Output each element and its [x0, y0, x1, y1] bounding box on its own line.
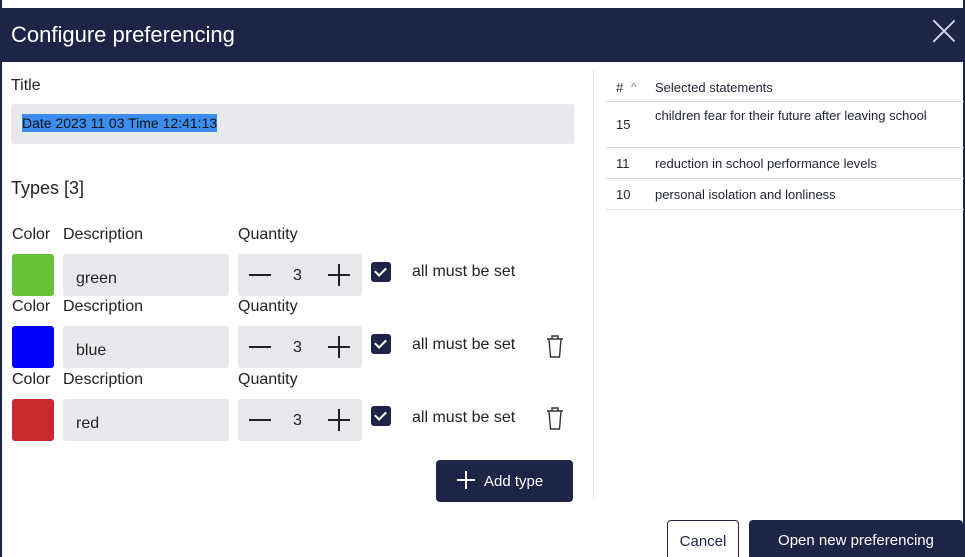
selected-statements-table: # ^ Selected statements 15 children fear…: [606, 72, 964, 210]
sort-ascending-icon[interactable]: ^: [631, 80, 637, 94]
type-description-input[interactable]: green: [63, 254, 229, 296]
statement-number: 11: [616, 156, 630, 171]
cancel-button[interactable]: Cancel: [667, 520, 739, 557]
add-type-button[interactable]: Add type: [436, 460, 573, 502]
table-row[interactable]: 15 children fear for their future after …: [606, 102, 964, 148]
plus-icon: [457, 470, 477, 490]
statement-text: children fear for their future after lea…: [655, 108, 927, 123]
title-input[interactable]: Date 2023 11 03 Time 12:41:13: [11, 104, 574, 144]
all-must-be-set-label: all must be set: [412, 336, 516, 353]
statement-text: reduction in school performance levels: [655, 156, 877, 171]
column-header-quantity: Quantity: [238, 298, 298, 315]
dialog-header: Configure preferencing: [0, 8, 965, 62]
type-description-input[interactable]: blue: [63, 326, 229, 368]
quantity-value[interactable]: 3: [293, 412, 302, 430]
plus-icon[interactable]: [328, 264, 350, 286]
type-color-swatch[interactable]: [12, 399, 54, 441]
type-color-swatch[interactable]: [12, 326, 54, 368]
quantity-value[interactable]: 3: [293, 267, 302, 285]
quantity-stepper: 3: [238, 326, 362, 368]
all-must-be-set-checkbox[interactable]: [371, 334, 391, 354]
table-row[interactable]: 11 reduction in school performance level…: [606, 148, 964, 179]
minus-icon[interactable]: [249, 346, 271, 348]
title-label: Title: [11, 77, 41, 94]
quantity-stepper: 3: [238, 399, 362, 441]
types-heading: Types [3]: [11, 178, 85, 198]
column-header-number[interactable]: #: [616, 80, 623, 95]
quantity-value[interactable]: 3: [293, 339, 302, 357]
title-input-value: Date 2023 11 03 Time 12:41:13: [22, 114, 218, 132]
type-description-input[interactable]: red: [63, 399, 229, 441]
open-new-preferencing-button[interactable]: Open new preferencing: [749, 520, 963, 557]
all-must-be-set-checkbox[interactable]: [371, 262, 391, 282]
column-header-color: Color: [12, 298, 51, 315]
statement-text: personal isolation and lonliness: [655, 187, 836, 202]
panel-divider: [593, 70, 594, 500]
close-icon[interactable]: [931, 18, 957, 44]
table-row[interactable]: 10 personal isolation and lonliness: [606, 179, 964, 210]
quantity-stepper: 3: [238, 254, 362, 296]
trash-icon[interactable]: [544, 333, 566, 359]
table-header: # ^ Selected statements: [606, 72, 964, 102]
column-header-description: Description: [63, 298, 144, 315]
column-header-description: Description: [63, 226, 144, 243]
minus-icon[interactable]: [249, 274, 271, 276]
statement-number: 15: [616, 117, 631, 132]
statement-number: 10: [616, 187, 631, 202]
minus-icon[interactable]: [249, 419, 271, 421]
column-header-color: Color: [12, 371, 51, 388]
column-header-quantity: Quantity: [238, 226, 298, 243]
trash-icon[interactable]: [544, 405, 566, 431]
add-type-label: Add type: [484, 473, 544, 490]
all-must-be-set-label: all must be set: [412, 409, 516, 426]
column-header-statements: Selected statements: [655, 80, 773, 95]
all-must-be-set-checkbox[interactable]: [371, 406, 391, 426]
plus-icon[interactable]: [328, 409, 350, 431]
column-header-color: Color: [12, 226, 51, 243]
column-header-description: Description: [63, 371, 144, 388]
type-color-swatch[interactable]: [12, 254, 54, 296]
column-header-quantity: Quantity: [238, 371, 298, 388]
all-must-be-set-label: all must be set: [412, 263, 516, 280]
dialog-title: Configure preferencing: [11, 22, 235, 47]
plus-icon[interactable]: [328, 336, 350, 358]
